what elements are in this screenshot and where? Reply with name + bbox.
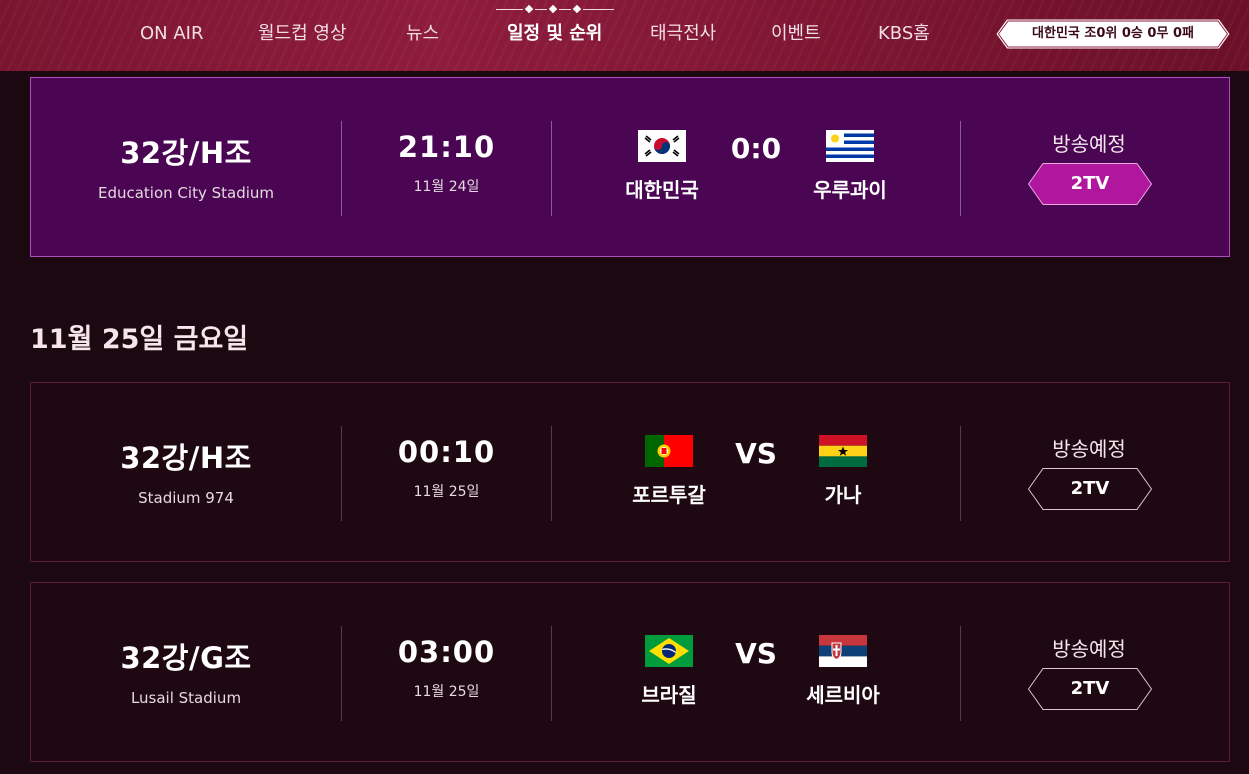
world-cup-schedule-page: ON AIR 월드컵 영상 뉴스 일정 및 순위 태극전사 이벤트 KBS홈 대… (0, 0, 1249, 774)
broadcast-status: 방송예정 (1052, 437, 1126, 461)
uruguay-flag-icon (826, 130, 874, 162)
channel-label: 2TV (1070, 173, 1110, 194)
nav-item-worldcup-video[interactable]: 월드컵 영상 (258, 0, 347, 71)
match-card-portugal-ghana[interactable]: 32강/H조 Stadium 974 00:10 11월 25일 포르투갈 VS… (30, 382, 1230, 562)
brazil-flag-icon (645, 635, 693, 667)
versus-label: VS (735, 437, 777, 470)
column-divider (551, 426, 552, 521)
broadcast-status: 방송예정 (1052, 637, 1126, 661)
home-team-name: 포르투갈 (632, 483, 706, 507)
channel-2tv-button[interactable]: 2TV (1028, 668, 1152, 710)
nav-item-kbs-home[interactable]: KBS홈 (878, 0, 930, 71)
column-divider (960, 426, 961, 521)
korea-flag-icon (638, 130, 686, 162)
match-round: 32강/H조 (120, 441, 252, 475)
nav-item-on-air[interactable]: ON AIR (140, 0, 203, 71)
match-time: 21:10 (397, 130, 496, 164)
channel-2tv-button[interactable]: 2TV (1028, 163, 1152, 205)
match-round-info: 32강/H조 Education City Stadium (31, 130, 341, 202)
column-divider (551, 626, 552, 721)
serbia-flag-icon (819, 635, 867, 667)
match-time-info: 00:10 11월 25일 (342, 435, 551, 501)
match-round: 32강/G조 (120, 641, 252, 675)
versus-label: VS (735, 637, 777, 670)
broadcast-status: 방송예정 (1052, 132, 1126, 156)
date-heading: 11월 25일 금요일 (30, 324, 249, 355)
away-team-name: 가나 (824, 483, 862, 507)
home-team-name: 브라질 (641, 683, 697, 707)
channel-2tv-button[interactable]: 2TV (1028, 468, 1152, 510)
match-score: 0:0 (730, 132, 782, 165)
portugal-flag-icon (645, 435, 693, 467)
channel-label: 2TV (1070, 678, 1110, 699)
match-time: 03:00 (397, 635, 496, 669)
top-navigation-bar: ON AIR 월드컵 영상 뉴스 일정 및 순위 태극전사 이벤트 KBS홈 대… (0, 0, 1249, 71)
column-divider (960, 626, 961, 721)
home-team-name: 대한민국 (625, 178, 699, 202)
nav-item-korea-players[interactable]: 태극전사 (650, 0, 716, 71)
away-team-name: 우루과이 (813, 178, 887, 202)
match-time-info: 03:00 11월 25일 (342, 635, 551, 701)
match-round-info: 32강/G조 Lusail Stadium (31, 635, 341, 707)
match-time: 00:10 (397, 435, 496, 469)
match-round-info: 32강/H조 Stadium 974 (31, 435, 341, 507)
match-date: 11월 25일 (413, 684, 480, 700)
column-divider (960, 121, 961, 216)
match-date: 11월 24일 (413, 179, 480, 195)
korea-record-text: 대한민국 조0위 0승 0무 0패 (1032, 26, 1194, 41)
nav-item-events[interactable]: 이벤트 (771, 0, 821, 71)
match-venue: Stadium 974 (138, 489, 234, 507)
match-round: 32강/H조 (120, 136, 252, 170)
channel-label: 2TV (1070, 478, 1110, 499)
nav-item-schedule-standings[interactable]: 일정 및 순위 (507, 0, 602, 71)
ghana-flag-icon (819, 435, 867, 467)
match-card-korea-uruguay[interactable]: 32강/H조 Education City Stadium 21:10 11월 … (30, 77, 1230, 257)
match-time-info: 21:10 11월 24일 (342, 130, 551, 196)
korea-record-badge[interactable]: 대한민국 조0위 0승 0무 0패 (996, 19, 1230, 49)
match-venue: Lusail Stadium (130, 689, 242, 707)
match-venue: Education City Stadium (97, 184, 274, 202)
match-card-brazil-serbia[interactable]: 32강/G조 Lusail Stadium 03:00 11월 25일 브라질 … (30, 582, 1230, 762)
column-divider (551, 121, 552, 216)
away-team-name: 세르비아 (806, 683, 880, 707)
nav-item-news[interactable]: 뉴스 (406, 0, 439, 71)
match-date: 11월 25일 (413, 484, 480, 500)
